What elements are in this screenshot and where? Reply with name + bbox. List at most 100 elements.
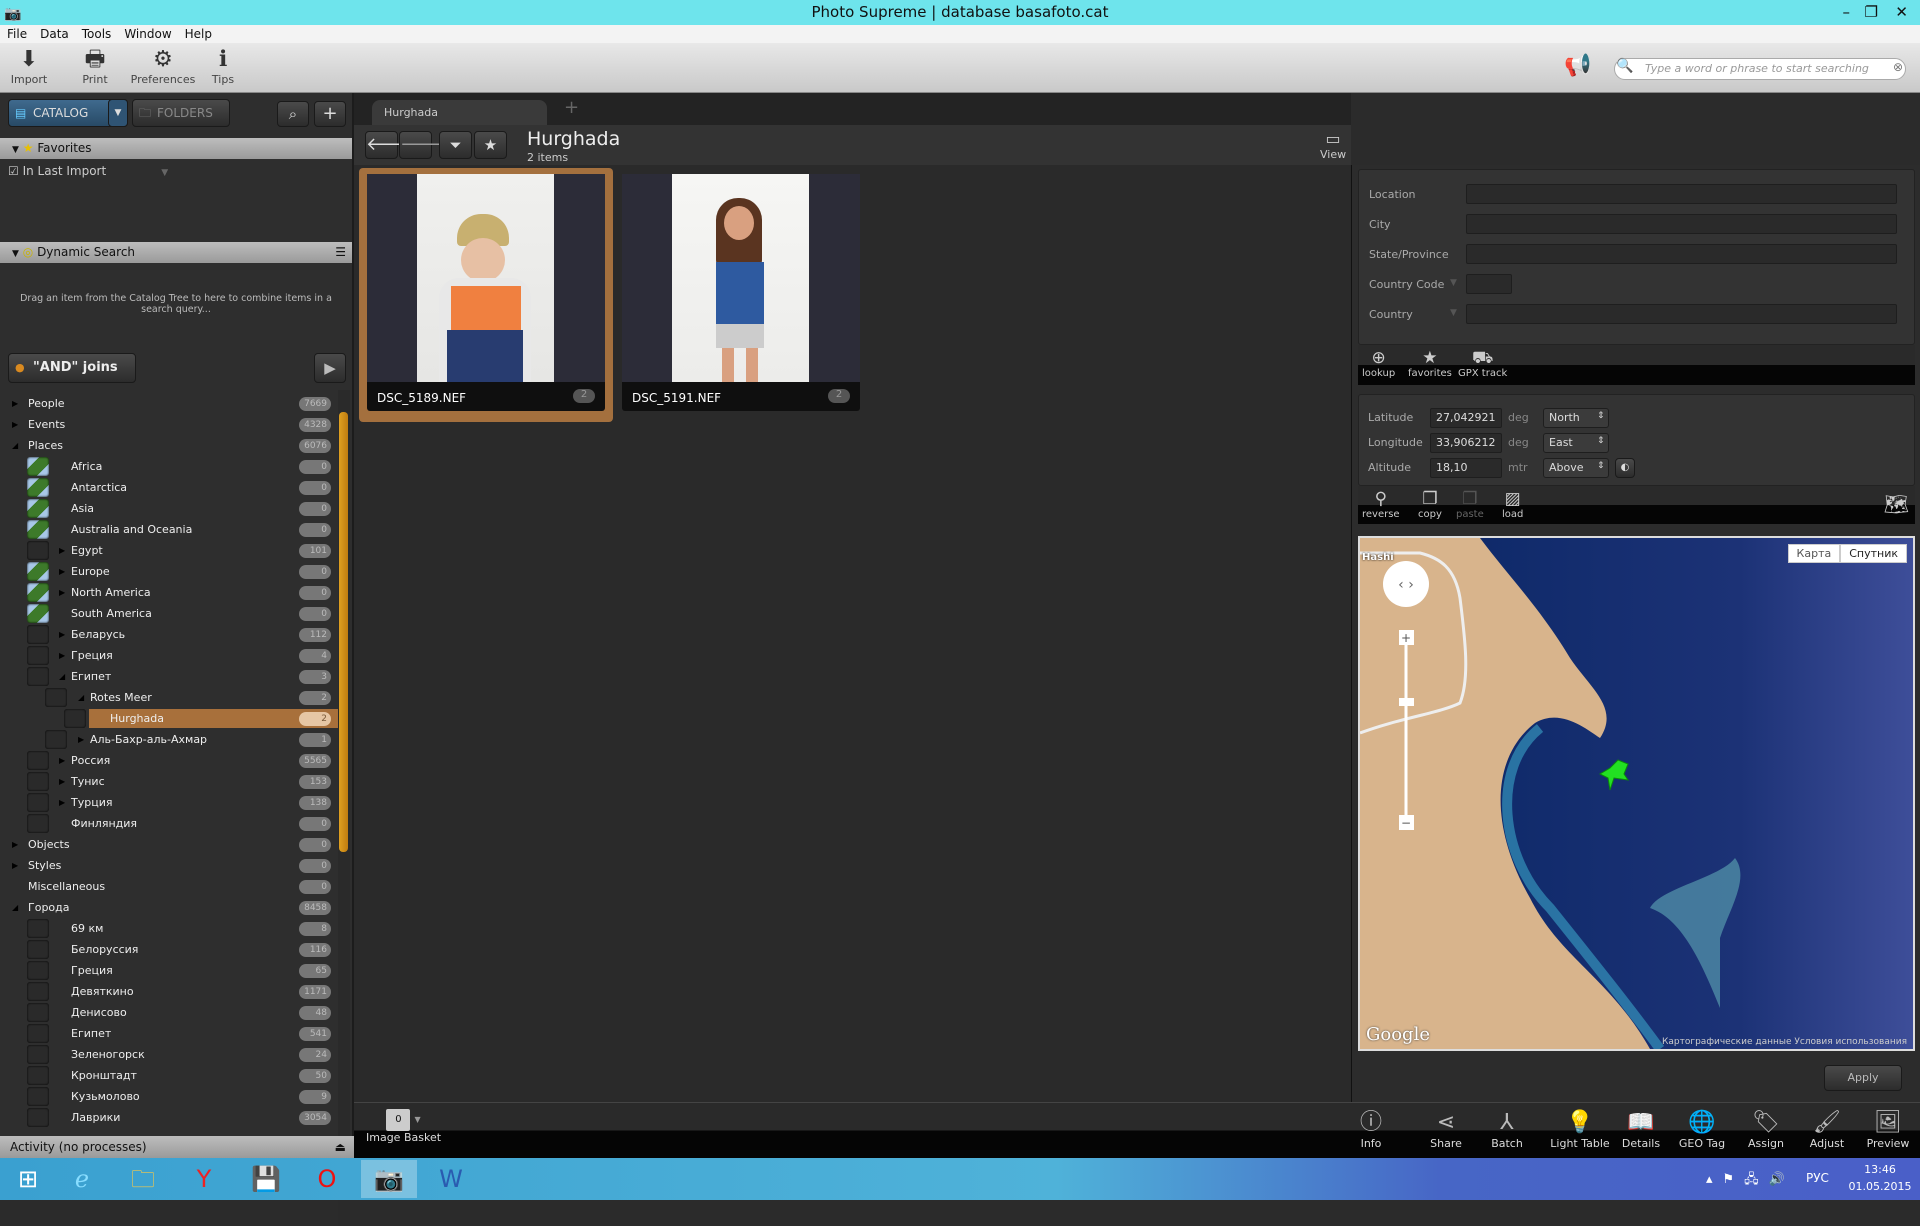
photo-supreme-taskbar-icon[interactable]: 📷 [361,1160,417,1198]
location-field[interactable] [1466,184,1897,204]
tree-item-греция[interactable]: Греция 65 [0,960,340,981]
tree-item-antarctica[interactable]: Antarctica 0 [0,477,340,498]
paste-button[interactable]: ❐ paste [1456,489,1484,520]
scrollbar-thumb[interactable] [339,412,348,852]
altitude-spinner-icon[interactable]: ⇕ [1597,461,1605,471]
expand-icon[interactable]: ▶ [59,645,65,666]
tree-item-белоруссия[interactable]: Белоруссия 116 [0,939,340,960]
tree-item-аль-бахр-аль-ахмар[interactable]: ▶ Аль-Бахр-аль-Ахмар 1 [0,729,340,750]
city-field[interactable] [1466,214,1897,234]
expand-icon[interactable]: ▶ [12,855,18,876]
start-button[interactable]: ⊞ [0,1160,56,1198]
expand-icon[interactable]: ▶ [12,393,18,414]
folders-tab[interactable]: 🗀 FOLDERS [132,99,230,127]
favorites-button[interactable]: ★ favorites [1408,348,1452,379]
collapse-icon[interactable]: ◢ [12,897,18,918]
catalog-dropdown[interactable]: ▼ [108,99,128,127]
menu-help[interactable]: Help [178,25,218,41]
map-view[interactable]: ‹ › + − Hashi Карта Спутник Google Карто… [1358,536,1915,1051]
tree-item-miscellaneous[interactable]: Miscellaneous 0 [0,876,340,897]
language-indicator[interactable]: РУС [1806,1171,1829,1185]
forward-button[interactable]: 🡒 [399,131,448,159]
tree-item-египет[interactable]: ◢ Египет 3 [0,666,340,687]
clock[interactable]: 13:46 01.05.2015 [1846,1161,1914,1195]
map-type-map[interactable]: Карта [1787,544,1841,563]
latitude-field[interactable]: 27,042921 [1430,408,1502,428]
adjust-button[interactable]: 🖌 Adjust [1810,1109,1844,1150]
preferences-button[interactable]: ⚙ Preferences [130,47,196,86]
tree-item-города[interactable]: ◢ Города 8458 [0,897,340,918]
word-taskbar-icon[interactable]: W [423,1160,479,1198]
preview-button[interactable]: 🖼 Preview [1867,1109,1910,1150]
longitude-spinner-icon[interactable]: ⇕ [1597,436,1605,446]
explorer-taskbar-icon[interactable]: 🗀 [115,1160,171,1198]
expand-icon[interactable]: ▶ [59,540,65,561]
altitude-field[interactable]: 18,10 [1430,458,1502,478]
tree-item-египет[interactable]: Египет 541 [0,1023,340,1044]
map-type-satellite[interactable]: Спутник [1840,544,1907,563]
state-field[interactable] [1466,244,1897,264]
filter-button[interactable]: ⏷ [439,131,472,159]
dropdown-icon[interactable]: ▼ [161,168,168,178]
close-button[interactable]: ✕ [1895,0,1908,24]
tree-item-asia[interactable]: Asia 0 [0,498,340,519]
tree-item-россия[interactable]: ▶ Россия 5565 [0,750,340,771]
search-tree-button[interactable]: ⌕ [277,101,309,127]
tree-item-south-america[interactable]: South America 0 [0,603,340,624]
save-taskbar-icon[interactable]: 💾 [238,1160,294,1198]
megaphone-icon[interactable]: 📢 [1564,53,1591,78]
ie-taskbar-icon[interactable]: ℯ [54,1160,110,1198]
reverse-button[interactable]: ⚲ reverse [1362,489,1400,520]
apply-button[interactable]: Apply [1824,1065,1902,1091]
batch-button[interactable]: ⅄ Batch [1491,1109,1523,1150]
favorite-item-in-last-import[interactable]: ☑ In Last Import ▼ [8,164,168,178]
tree-item-objects[interactable]: ▶ Objects 0 [0,834,340,855]
minimize-button[interactable]: – [1843,0,1851,24]
info-button[interactable]: ⓘ Info [1360,1109,1382,1150]
tree-item-турция[interactable]: ▶ Турция 138 [0,792,340,813]
expand-icon[interactable]: ▶ [59,750,65,771]
tree-item-69-км[interactable]: 69 км 8 [0,918,340,939]
tips-button[interactable]: ℹ Tips [206,47,240,86]
expand-icon[interactable]: ▶ [59,771,65,792]
new-tab-button[interactable]: + [564,97,579,118]
yandex-taskbar-icon[interactable]: Y [176,1160,232,1198]
menu-data[interactable]: Data [33,25,75,41]
country-field[interactable] [1466,304,1897,324]
altitude-lookup-button[interactable]: ◐ [1615,458,1635,478]
longitude-field[interactable]: 33,906212 [1430,433,1502,453]
opera-taskbar-icon[interactable]: O [299,1160,355,1198]
tray-icons[interactable]: ▴⚑🖧🔊 [1706,1170,1795,1192]
tree-item-people[interactable]: ▶ People 7669 [0,393,340,414]
expand-icon[interactable]: ▶ [59,792,65,813]
tree-item-europe[interactable]: ▶ Europe 0 [0,561,340,582]
back-button[interactable]: 🡐 [365,131,414,159]
print-button[interactable]: 🖶 Print [74,47,116,86]
country-code-field[interactable] [1466,274,1512,294]
load-button[interactable]: ▨ load [1502,489,1523,520]
country-dropdown[interactable]: ▼ [1450,308,1457,318]
tree-scrollbar[interactable] [338,390,350,1226]
expand-icon[interactable]: ▶ [12,414,18,435]
geo-tag-button[interactable]: 🌐 GEO Tag [1679,1109,1725,1150]
favorite-button[interactable]: ★ [474,131,507,159]
clear-search-icon[interactable]: ⊗ [1893,60,1903,74]
tree-item-беларусь[interactable]: ▶ Беларусь 112 [0,624,340,645]
gpx-track-button[interactable]: ⛟ GPX track [1458,348,1507,379]
menu-tools[interactable]: Tools [75,25,118,41]
thumbnail-dsc-5189[interactable]: DSC_5189.NEF 2 [367,174,605,411]
collapse-icon[interactable]: ◢ [59,666,65,687]
tree-item-egypt[interactable]: ▶ Egypt 101 [0,540,340,561]
tree-item-australia-and-oceania[interactable]: Australia and Oceania 0 [0,519,340,540]
expand-icon[interactable]: ▶ [78,729,84,750]
menu-icon[interactable]: ☰ [335,242,346,263]
tree-item-events[interactable]: ▶ Events 4328 [0,414,340,435]
tree-item-зеленогорск[interactable]: Зеленогорск 24 [0,1044,340,1065]
collapse-icon[interactable]: ◢ [78,687,84,708]
tree-item-africa[interactable]: Africa 0 [0,456,340,477]
light-table-button[interactable]: 💡 Light Table [1550,1109,1609,1150]
expand-icon[interactable]: ▶ [12,834,18,855]
tree-item-hurghada[interactable]: Hurghada 2 [0,708,340,729]
basket-dropdown[interactable]: ▼ [414,1115,420,1124]
latitude-spinner-icon[interactable]: ⇕ [1597,411,1605,421]
